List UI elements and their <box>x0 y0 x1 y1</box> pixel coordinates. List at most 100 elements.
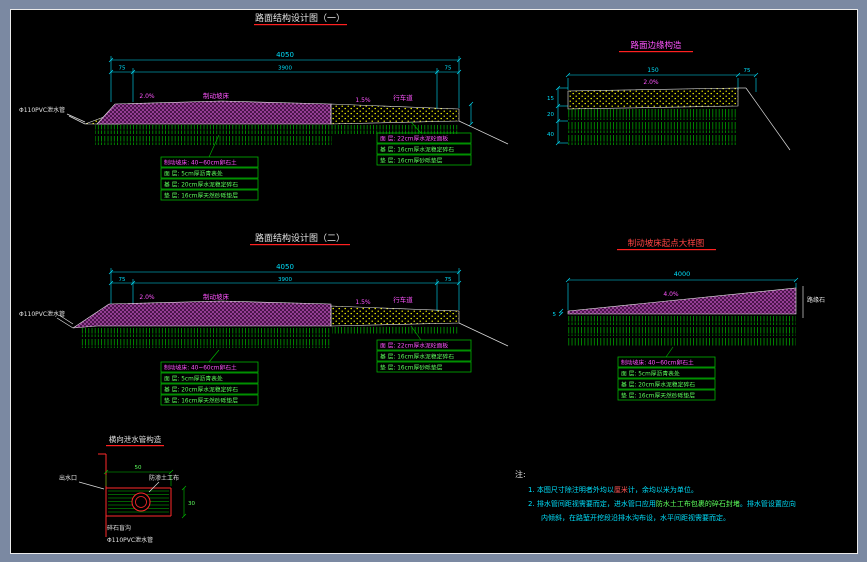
fig2-dim-right: 75 <box>744 68 751 74</box>
fig2-slope-label: 2.0% <box>643 79 659 86</box>
fig4-title-underline <box>617 249 716 251</box>
fig5-drain-pipe-detail: 横向泄水管构造 50 30 出水口 防渗土工布 碎石盲沟 Φ110PVC泄水管 <box>59 434 195 544</box>
fig1-dim-sub-mid: 3900 <box>278 66 292 72</box>
note-line-2: 2. 排水管间距视需要而定，进水管口应用防水土工布包裹的碎石封堵。排水管设置应向 <box>528 499 796 508</box>
fig1-zone-right-label: 行车道 <box>393 93 413 102</box>
layer-row-text: 基 层: 16cm厚水泥稳定碎石 <box>380 146 454 154</box>
fig1-slope-left-label: 2.0% <box>139 93 155 100</box>
fig1-subgrade-hatch-2 <box>95 136 332 145</box>
fig4-dim-top: 4000 <box>674 270 691 278</box>
fig3-subgrade-hatch-2 <box>81 339 331 348</box>
drawing-canvas[interactable]: 路面结构设计图（一） 4050 75 3900 75 2.0% 制动坡床 1.5… <box>10 9 858 554</box>
layer-row-text: 垫 层: 16cm厚天然砂砾垫层 <box>164 192 238 200</box>
fig3-layer-table-a: 制动坡床: 40~60cm卵石土 面 层: 5cm厚沥青表处 基 层: 20cm… <box>160 349 259 406</box>
fig4-subgrade-hatch-1 <box>568 316 796 325</box>
fig5-title-underline <box>106 445 164 447</box>
fig5-outlet-label: 出水口 <box>59 474 77 482</box>
fig2-subgrade-hatch-1 <box>568 109 736 120</box>
app-background: 路面结构设计图（一） 4050 75 3900 75 2.0% 制动坡床 1.5… <box>0 0 867 562</box>
layer-row-text: 垫 层: 16cm厚砂砾垫层 <box>380 364 443 372</box>
note-1-part-c: 计，余均以米为单位。 <box>628 485 698 494</box>
fig2-edge-structure: 路面边缘构造 150 75 15 20 40 2.0% <box>547 40 791 151</box>
fig3-pavement-design-2: 路面结构设计图（二） 4050 75 3900 75 2.0% 制动坡床 1.5… <box>19 232 509 406</box>
fig5-wrap-leader <box>148 481 160 493</box>
layer-row-text: 面 层: 5cm厚沥青表处 <box>164 170 223 178</box>
fig5-dim-right: 30 <box>188 501 195 507</box>
fig5-title: 横向泄水管构造 <box>109 434 162 444</box>
fig2-dim-top: 150 <box>647 67 659 74</box>
fig2-dim-left-3: 40 <box>547 132 554 138</box>
fig3-lane-hatch <box>330 305 460 327</box>
fig1-dim-sub-right: 75 <box>445 66 452 72</box>
layer-row-text: 面 层: 22cm厚水泥砼面板 <box>380 342 448 350</box>
fig3-brake-bed-hatch <box>72 300 332 329</box>
note-1-part-a: 1. 本图尺寸除注明者外均以 <box>528 485 614 494</box>
note-line-1: 1. 本图尺寸除注明者外均以厘米计，余均以米为单位。 <box>528 485 698 494</box>
notes-heading: 注: <box>515 469 526 479</box>
fig1-dim-total: 4050 <box>276 51 294 59</box>
fig2-subgrade-hatch-2 <box>568 122 736 133</box>
fig4-title: 制动坡床起点大样图 <box>628 238 705 249</box>
fig1-pavement-design-1: 路面结构设计图（一） 4050 75 3900 75 2.0% 制动坡床 1.5… <box>19 12 509 201</box>
note-2-part-b: 防水土工布包裹的碎石封堵 <box>656 499 740 508</box>
layer-row-text: 面 层: 5cm厚沥青表处 <box>164 375 223 383</box>
fig1-title-underline <box>254 24 347 26</box>
fig2-surface-hatch <box>567 87 739 110</box>
fig4-right-label: 路缘石 <box>807 296 825 304</box>
layer-row-text: 基 层: 16cm厚水泥稳定碎石 <box>380 353 454 361</box>
layer-row-text: 制动坡床: 40~60cm卵石土 <box>164 159 237 167</box>
layer-row-text: 制动坡床: 40~60cm卵石土 <box>164 364 237 372</box>
fig3-dim-sub-left: 75 <box>119 277 126 283</box>
fig4-brake-bed-wedge-hatch <box>567 287 797 315</box>
fig1-dim-sub-left: 75 <box>119 66 126 72</box>
fig3-subgrade-hatch-3 <box>332 327 459 334</box>
layer-row-text: 垫 层: 16cm厚天然砂砾垫层 <box>164 397 238 405</box>
fig3-side-slope-line <box>458 322 509 347</box>
fig3-title: 路面结构设计图（二） <box>255 232 345 244</box>
fig3-slope-right-label: 1.5% <box>355 299 371 306</box>
layer-row-text: 制动坡床: 40~60cm卵石土 <box>621 359 694 367</box>
note-2-part-a: 2. 排水管间距视需要而定，进水管口应用 <box>528 499 656 508</box>
fig5-dim-top: 50 <box>135 465 142 471</box>
layer-row-text: 垫 层: 16cm厚天然砂砾垫层 <box>621 392 695 400</box>
fig4-subgrade-hatch-3 <box>568 338 796 346</box>
fig2-dim-left-1: 15 <box>547 96 554 102</box>
layer-row-text: 基 层: 20cm厚水泥稳定碎石 <box>164 181 238 189</box>
fig3-zone-left-label: 制动坡床 <box>203 292 230 301</box>
fig3-dim-total: 4050 <box>276 263 294 271</box>
fig3-zone-right-label: 行车道 <box>393 295 413 304</box>
fig4-dim-left: 5 <box>553 312 557 318</box>
cad-drawing: 路面结构设计图（一） 4050 75 3900 75 2.0% 制动坡床 1.5… <box>19 12 825 544</box>
fig5-gravel-label: 碎石盲沟 <box>107 524 131 532</box>
fig4-layer-table: 制动坡床: 40~60cm卵石土 面 层: 5cm厚沥青表处 基 层: 20cm… <box>617 346 716 401</box>
fig4-subgrade-hatch-2 <box>568 327 796 336</box>
fig2-dim-left-2: 20 <box>547 112 554 118</box>
fig5-pipe-label: Φ110PVC泄水管 <box>107 536 153 544</box>
fig2-title: 路面边缘构造 <box>630 40 682 51</box>
layer-row-text: 基 层: 20cm厚水泥稳定碎石 <box>621 381 695 389</box>
fig5-outlet-leader <box>78 481 105 490</box>
fig3-dim-sub-right: 75 <box>445 277 452 283</box>
fig3-title-underline <box>250 244 350 246</box>
fig1-brake-bed-hatch <box>96 100 332 125</box>
layer-row-text: 垫 层: 16cm厚砂砾垫层 <box>380 157 443 165</box>
fig1-drain-leader <box>66 113 86 123</box>
fig4-brake-bed-detail: 制动坡床起点大样图 4000 5 4.0% 路缘石 制动坡床: 40~60cm卵… <box>553 238 825 401</box>
fig1-slope-right-label: 1.5% <box>355 97 371 104</box>
notes-block: 注: 1. 本图尺寸除注明者外均以厘米计，余均以米为单位。 2. 排水管间距视需… <box>515 469 796 522</box>
fig2-side-slope-line <box>745 87 791 151</box>
fig5-pipe-outer-circle <box>131 492 151 512</box>
layer-row-text: 面 层: 22cm厚水泥砼面板 <box>380 135 448 143</box>
note-line-2-cont: 内倾斜，在路堑开挖段沿排水沟布设，水平间距视需要而定。 <box>541 513 730 522</box>
fig2-title-underline <box>619 51 693 53</box>
note-1-part-b: 厘米 <box>614 485 628 494</box>
fig1-zone-left-label: 制动坡床 <box>203 91 230 100</box>
fig3-slope-left-label: 2.0% <box>139 294 155 301</box>
fig3-subgrade-hatch-1 <box>81 328 331 337</box>
note-2-part-c: 。排水管设置应向 <box>740 499 796 508</box>
fig3-left-ground-line <box>56 317 74 329</box>
fig3-drain-label: Φ110PVC泄水管 <box>19 310 65 318</box>
fig2-subgrade-hatch-3 <box>568 135 736 145</box>
fig1-title: 路面结构设计图（一） <box>255 12 345 24</box>
fig3-dim-sub-mid: 3900 <box>278 277 292 283</box>
